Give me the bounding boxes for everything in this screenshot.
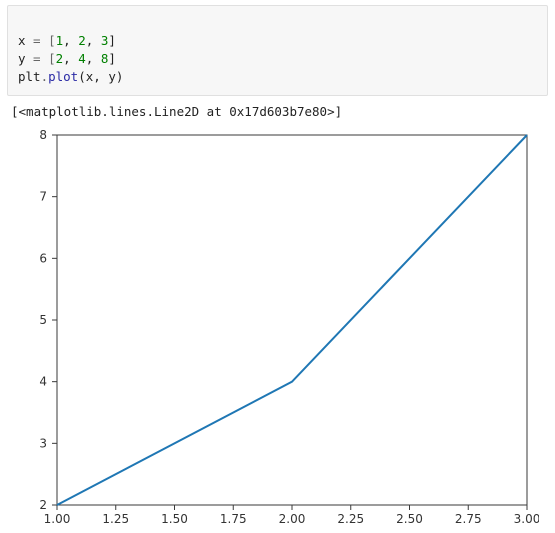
code-var-x: x: [18, 33, 26, 48]
code-var-y: y: [18, 51, 26, 66]
y-tick-label: 4: [39, 374, 47, 388]
line-chart: 1.00 1.25 1.50 1.75 2.00 2.25 2.50 2.75 3.00 2 3 4 5…: [9, 123, 539, 533]
y-tick-label: 2: [39, 498, 47, 512]
x-tick-label: 1.25: [102, 512, 129, 526]
x-tick-label: 2.25: [337, 512, 364, 526]
code-cell: x = [1, 2, 3] y = [2, 4, 8] plt.plot(x, …: [7, 5, 548, 96]
y-tick-label: 5: [39, 313, 47, 327]
x-tick-label: 3.00: [514, 512, 539, 526]
x-tick-label: 1.50: [161, 512, 188, 526]
x-tick-label: 2.50: [396, 512, 423, 526]
y-tick-label: 8: [39, 128, 47, 142]
y-tick-label: 3: [39, 436, 47, 450]
x-tick-label: 2.00: [279, 512, 306, 526]
x-tick-label: 1.75: [220, 512, 247, 526]
output-repr: [<matplotlib.lines.Line2D at 0x17d603b7e…: [11, 104, 550, 119]
axes-frame: [57, 135, 527, 505]
y-tick-label: 6: [39, 251, 47, 265]
x-tick-label: 2.75: [455, 512, 482, 526]
x-tick-label: 1.00: [44, 512, 71, 526]
data-line: [57, 135, 527, 505]
y-tick-label: 7: [39, 189, 47, 203]
plot-area: 1.00 1.25 1.50 1.75 2.00 2.25 2.50 2.75 3.00 2 3 4 5…: [9, 123, 539, 533]
